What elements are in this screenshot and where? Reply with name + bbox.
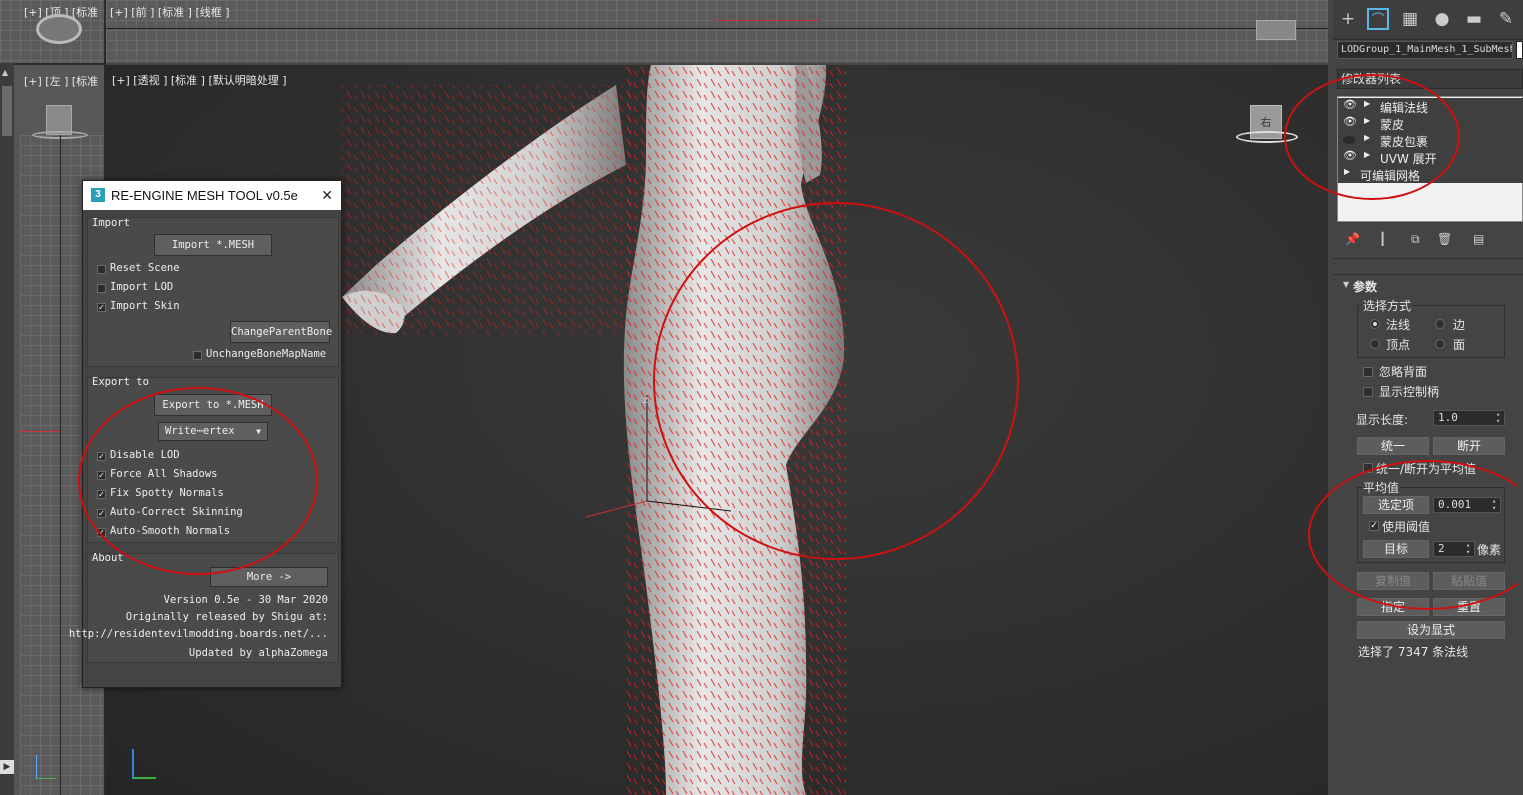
reset-scene-label: Reset Scene [110,262,180,274]
source-url-link[interactable]: http://residentevilmodding.boards.net/..… [69,628,328,640]
radio-vertex-label: 顶点 [1386,338,1411,352]
display-length-label: 显示长度: [1356,413,1409,427]
about-group-label: About [92,552,124,564]
front-red-line [714,20,820,21]
modify-tab-icon[interactable]: ⌒ [1367,8,1389,30]
rollout-title[interactable]: 参数 [1353,278,1377,295]
radio-edge[interactable] [1435,319,1445,329]
object-name-field[interactable]: LODGroup_1_MainMesh_1_SubMesh [1337,41,1513,59]
display-length-value: 1.0 [1438,411,1458,424]
front-horizon-line [106,28,1328,29]
released-by-text: Originally released by Shigu at: [125,611,328,623]
viewcube-front[interactable] [1256,20,1296,40]
persp-axis-gizmo [132,749,156,779]
normal-ticks [626,65,846,795]
display-tab-icon[interactable]: ▬ [1463,8,1485,30]
tool-titlebar[interactable]: 3 RE-ENGINE MESH TOOL v0.5e ✕ [83,181,341,210]
gizmo-z-label: z [643,395,648,406]
unify-button[interactable]: 统一 [1357,437,1429,455]
display-length-spinner[interactable]: 1.0 [1433,410,1505,426]
remove-modifier-icon[interactable]: 🗑 [1437,232,1452,246]
rollout-collapse-icon[interactable]: ▼ [1343,280,1349,289]
break-button[interactable]: 断开 [1433,437,1505,455]
show-end-result-icon[interactable]: ┃ [1379,232,1386,246]
import-group-label: Import [92,217,130,229]
object-name: LODGroup_1_MainMesh_1_SubMesh [1341,44,1513,55]
radio-normal[interactable] [1370,319,1380,329]
ignore-backfacing-checkbox[interactable] [1363,367,1373,377]
unchange-bone-map-checkbox[interactable] [193,351,202,360]
import-skin-checkbox[interactable]: ✓ [97,303,106,312]
select-by-label: 选择方式 [1362,297,1413,314]
import-lod-label: Import LOD [110,281,174,293]
show-handles-label: 显示控制柄 [1379,385,1440,399]
viewport-front-label[interactable]: [+] [前 ] [标准 ] [线框 ] [110,4,230,20]
change-parent-bone-button[interactable]: ChangeParentBone [230,321,332,343]
annotation-circle-tool [78,387,318,575]
viewcube-top[interactable] [36,14,82,44]
motion-tab-icon[interactable]: ● [1431,8,1453,30]
utilities-tab-icon[interactable]: ✎ [1495,8,1517,30]
scroll-down-icon[interactable]: ▶ [0,760,14,774]
left-red-line [20,431,60,432]
show-handles-checkbox[interactable] [1363,387,1373,397]
selection-status: 选择了 7347 条法线 [1358,645,1469,659]
tool-title: RE-ENGINE MESH TOOL v0.5e [111,188,298,203]
scroll-up-icon[interactable]: ▲ [2,68,8,77]
unchange-bone-map-label: UnchangeBoneMapName [206,348,327,360]
import-lod-checkbox[interactable] [97,284,106,293]
scroll-thumb[interactable] [2,86,12,136]
create-tab-icon[interactable]: + [1337,8,1359,30]
hierarchy-tab-icon[interactable]: ▦ [1399,8,1421,30]
updated-by-text: Updated by alphaZomega [188,647,328,659]
make-unique-icon[interactable]: ⧉ [1411,232,1420,247]
radio-face-label: 面 [1453,338,1466,352]
radio-face[interactable] [1435,339,1445,349]
radio-edge-label: 边 [1453,318,1466,332]
make-explicit-button[interactable]: 设为显式 [1357,621,1505,639]
reset-scene-checkbox[interactable] [97,265,106,274]
import-skin-label: Import Skin [110,300,180,312]
radio-vertex[interactable] [1370,339,1380,349]
left-axis-line [60,135,61,795]
radio-normal-label: 法线 [1386,318,1411,332]
version-text: Version 0.5e - 30 Mar 2020 [163,594,328,606]
viewport-left-label[interactable]: [+] [左 ] [标准 [24,73,98,89]
gizmo-y-label: y [732,505,738,516]
panel-divider [1333,258,1523,259]
export-group-label: Export to [92,376,149,388]
pin-stack-icon[interactable]: 📌 [1345,232,1360,246]
object-color-swatch[interactable] [1516,41,1523,59]
app-icon: 3 [91,188,105,202]
configure-sets-icon[interactable]: ▤ [1473,232,1484,246]
annotation-circle-stack [1284,74,1460,200]
ignore-backfacing-label: 忽略背面 [1379,365,1428,379]
close-icon[interactable]: ✕ [321,181,333,210]
viewport-top[interactable]: [+] [顶 ] [标准 [0,0,104,63]
left-gizmo [36,755,56,779]
normal-ticks-arm [342,85,632,335]
import-group: Import Import *.MESH Reset Scene Import … [87,217,339,367]
viewport-front[interactable]: [+] [前 ] [标准 ] [线框 ] [106,0,1328,63]
left-toolbar[interactable] [0,63,14,795]
import-mesh-button[interactable]: Import *.MESH [154,234,272,256]
command-panel-tabs: + ⌒ ▦ ● ▬ ✎ [1333,0,1523,40]
